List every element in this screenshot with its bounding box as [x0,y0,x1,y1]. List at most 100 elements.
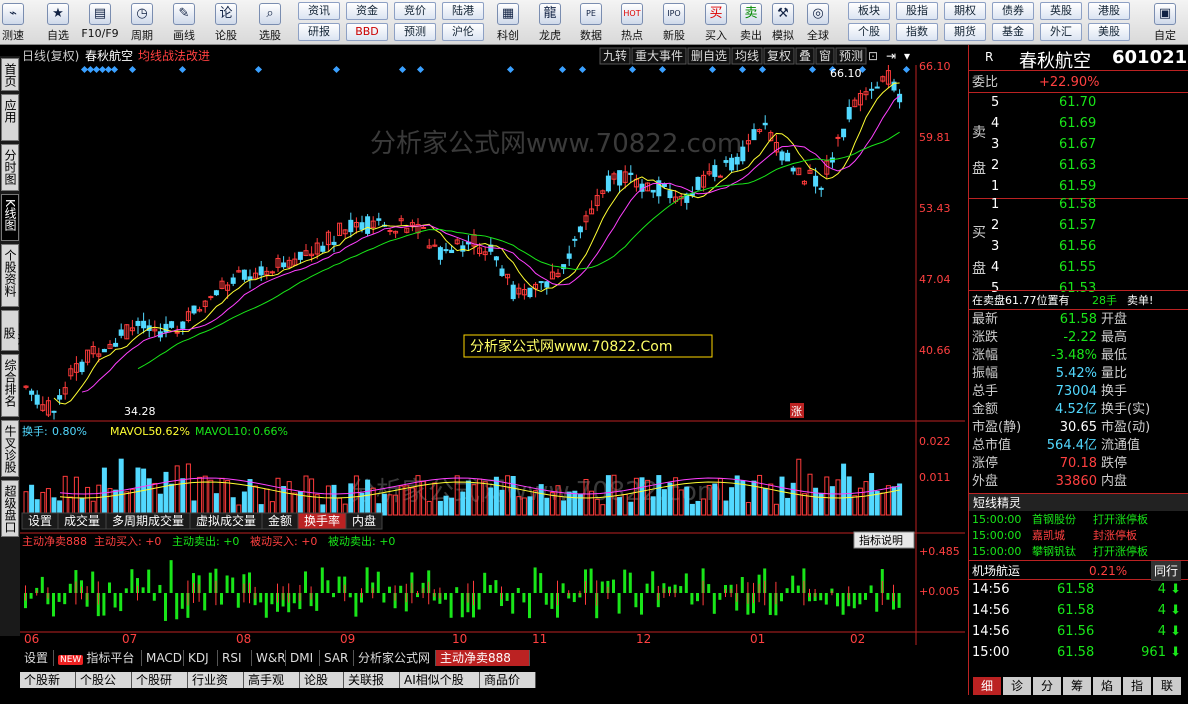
market-link-10[interactable]: 外汇 [1040,23,1082,41]
event-diamond[interactable] [628,65,637,74]
event-diamond[interactable] [332,65,341,74]
discuss-button[interactable]: 论论股 [206,2,246,43]
ipo-button[interactable]: IPO 新股 [656,2,692,43]
custom-button[interactable]: ▣ 自定 [1146,2,1184,43]
bottom-tab-5[interactable]: W&R [252,650,286,666]
dropdown-icon[interactable]: ▾ [904,49,910,63]
sell-button[interactable]: 卖卖出 [733,2,769,43]
left-tab-5[interactable]: 自选股 [1,310,30,351]
market-link-2[interactable]: 期权 [944,2,986,20]
hot-button[interactable]: HOT 热点 [614,2,650,43]
quote-tab-2[interactable]: 分 [1033,677,1061,695]
quote-tab-3[interactable]: 筹 [1063,677,1091,695]
kline-chart-area[interactable]: 日线(复权) 春秋航空 均线战法改进 九转 重大事件 删自选 均线 复权叠窗预测 ⊡ ⇥ ▾ … [20,45,965,650]
candlesticks[interactable] [23,64,903,420]
market-link-7[interactable]: 指数 [896,23,938,41]
market-link-9[interactable]: 基金 [992,23,1034,41]
event-diamond[interactable] [808,65,817,74]
sprite-title[interactable]: 短线精灵 [969,493,1188,511]
event-diamond[interactable] [506,65,515,74]
event-diamond[interactable] [110,65,119,74]
left-tab-8[interactable]: 超级盘口 [1,480,19,537]
speed-button[interactable]: ⌁ 测速 [0,2,26,43]
market-link-0[interactable]: 板块 [848,2,890,20]
bottom-tab-3[interactable]: KDJ [184,650,218,666]
news-tab-1[interactable]: 个股公告 [76,672,132,703]
market-link-12[interactable]: 个股 [848,23,890,41]
quick-link-2[interactable]: 竞价 [394,2,436,20]
gavel-button[interactable]: ⚒ 模拟 [765,2,801,43]
quick-link-1[interactable]: 资金 [346,2,388,20]
quick-link-3[interactable]: 陆港 [442,2,484,20]
quick-link-7[interactable]: 沪伦 [442,23,484,41]
news-tab-5[interactable]: 论股堂 [300,672,344,703]
market-link-4[interactable]: 英股 [1040,2,1082,20]
bottom-tab-2[interactable]: MACD [142,650,184,666]
news-tab-8[interactable]: 商品价格 [480,672,536,703]
pe-data-button[interactable]: PE 数据 [573,2,609,43]
peer-tab[interactable]: 同行 [1151,561,1182,581]
event-diamond[interactable] [254,65,263,74]
news-tab-0[interactable]: 个股新闻 [20,672,76,703]
bottom-tab-8[interactable]: 分析家公式网 [354,650,436,666]
bottom-tab-6[interactable]: DMI [286,650,320,666]
market-link-11[interactable]: 美股 [1088,23,1130,41]
news-tab-4[interactable]: 高手观点 [244,672,300,703]
chart-hint-text[interactable]: 均线战法改进 [138,49,210,63]
event-diamond[interactable] [708,65,717,74]
news-tab-3[interactable]: 行业资讯 [188,672,244,703]
bottom-tab-7[interactable]: SAR [320,650,354,666]
left-tab-4[interactable]: 个股资料 [1,244,19,307]
chart-search-button[interactable]: ⌕ 选股 [250,2,290,43]
event-diamond[interactable] [178,65,187,74]
quote-tab-6[interactable]: 联 [1153,677,1181,695]
globe-button[interactable]: ◎ 全球 [800,2,836,43]
news-tab-6[interactable]: 关联报价 [344,672,400,703]
event-diamond[interactable] [658,65,667,74]
sector-row[interactable]: 机场航运 0.21% 同行 [969,560,1188,581]
lock-icon[interactable]: ⊡ [868,49,878,63]
f10-button[interactable]: ▤ F10/F9 [80,2,120,43]
event-diamond[interactable] [902,65,911,74]
sprite-row[interactable]: 15:00:00 嘉凯城 封涨停板 [969,528,1188,544]
market-link-5[interactable]: 港股 [1088,2,1130,20]
quote-tab-1[interactable]: 诊 [1003,677,1031,695]
event-diamond[interactable] [416,65,425,74]
news-tab-2[interactable]: 个股研报 [132,672,188,703]
event-diamond[interactable] [758,65,767,74]
event-diamond[interactable] [558,65,567,74]
quote-tab-0[interactable]: 细 [973,677,1001,695]
left-tab-2[interactable]: 分时图 [1,144,19,191]
dragon-tiger-button[interactable]: 龍龙虎 [532,2,568,43]
quick-link-0[interactable]: 资讯 [298,2,340,20]
kline-chart-svg[interactable]: 日线(复权) 春秋航空 均线战法改进 九转 重大事件 删自选 均线 复权叠窗预测 ⊡ ⇥ ▾ … [20,45,965,650]
market-link-8[interactable]: 期货 [944,23,986,41]
event-diamond[interactable] [128,65,137,74]
news-tab-7[interactable]: AI相似个股 [400,672,480,688]
quote-tab-5[interactable]: 指 [1123,677,1151,695]
event-diamond[interactable] [738,65,747,74]
event-diamonds[interactable] [80,65,911,74]
pencil-button[interactable]: ✎ 画线 [164,2,204,43]
market-link-3[interactable]: 债券 [992,2,1034,20]
quick-link-5[interactable]: BBD [346,23,388,41]
left-tab-1[interactable]: 应用 [1,94,19,141]
left-tab-0[interactable]: 首页 [1,58,19,91]
left-tab-3[interactable]: K线图 [1,194,19,241]
bottom-tab-1[interactable]: NEW 指标平台 [54,650,142,666]
market-link-1[interactable]: 股指 [896,2,938,20]
sprite-row[interactable]: 15:00:00 攀钢钒钛 打开涨停板 [969,544,1188,560]
buy-button[interactable]: 买买入 [698,2,734,43]
star-button[interactable]: ★ 自选 [38,2,78,43]
quick-link-4[interactable]: 研报 [298,23,340,41]
quote-tab-4[interactable]: 焰 [1093,677,1121,695]
clock-button[interactable]: ◷ 周期 [122,2,162,43]
quick-link-6[interactable]: 预测 [394,23,436,41]
event-diamond[interactable] [578,65,587,74]
sprite-row[interactable]: 15:00:00 首钢股份 打开涨停板 [969,512,1188,528]
kechuang-button[interactable]: ▦ 科创 [490,2,526,43]
left-tab-7[interactable]: 牛叉诊股 [1,420,19,477]
bottom-tab-0[interactable]: 设置 [20,650,54,666]
bottom-tab-4[interactable]: RSI [218,650,252,666]
event-diamond[interactable] [398,65,407,74]
